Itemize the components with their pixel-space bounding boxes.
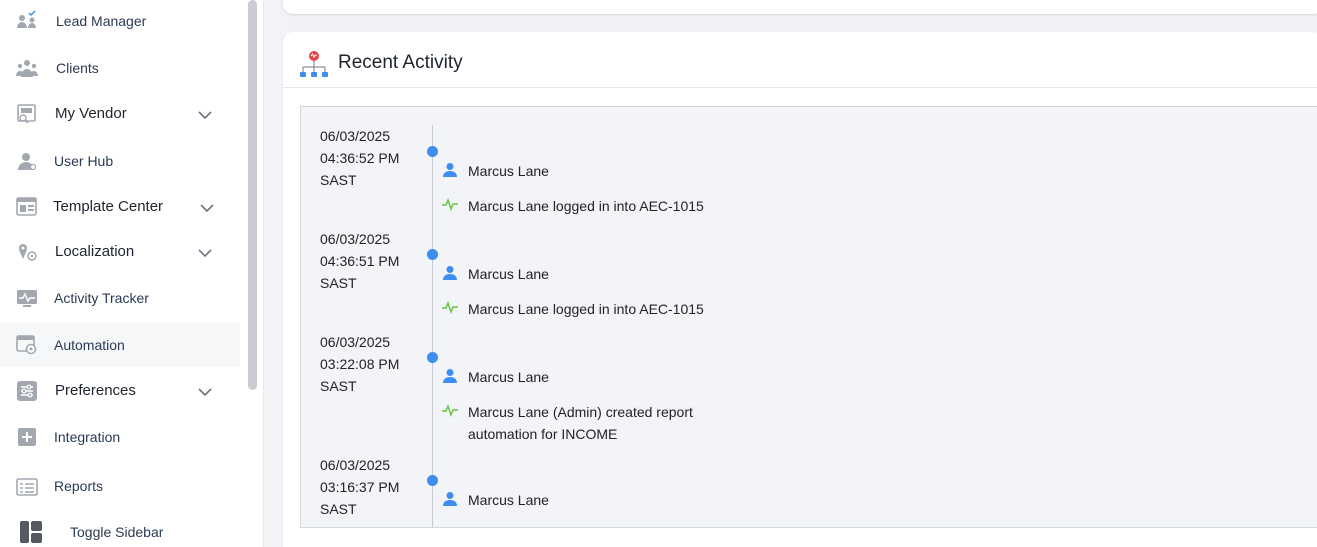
sidebar-item-activity-tracker[interactable]: Activity Tracker — [0, 276, 240, 320]
entry-activity: Marcus Lane logged in into AEC-1015 — [468, 301, 704, 317]
sidebar-item-preferences[interactable]: Preferences — [0, 369, 240, 413]
sidebar-item-label: Clients — [56, 60, 99, 76]
chevron-down-icon[interactable] — [196, 106, 214, 124]
timeline-dot — [427, 146, 438, 157]
sidebar-item-label: User Hub — [54, 153, 114, 169]
card-header: Recent Activity — [283, 32, 1317, 88]
preferences-icon — [16, 380, 38, 402]
sidebar-item-label: Localization — [55, 243, 135, 260]
sidebar: Lead Manager Clients My Vendor User Hub … — [0, 0, 264, 547]
sidebar-layout-icon — [20, 521, 42, 543]
timeline-dot — [427, 475, 438, 486]
entry-user: Marcus Lane — [468, 492, 549, 508]
sidebar-item-template-center[interactable]: Template Center — [0, 185, 240, 229]
sidebar-item-label: Integration — [54, 429, 121, 445]
sidebar-item-automation[interactable]: Automation — [0, 323, 240, 367]
entry-timestamp: 06/03/2025 03:22:08 PM SAST — [320, 334, 400, 394]
entry-user: Marcus Lane — [468, 266, 549, 282]
user-icon — [442, 265, 458, 281]
recent-activity-card: Recent Activity 06/03/2025 04:36:52 PM S… — [283, 32, 1317, 547]
integration-icon — [16, 426, 38, 448]
user-icon — [16, 150, 38, 172]
sidebar-item-label: Preferences — [55, 382, 136, 399]
template-icon — [16, 196, 38, 218]
clients-icon — [16, 57, 38, 79]
sidebar-item-reports[interactable]: Reports — [0, 463, 240, 507]
entry-timestamp: 06/03/2025 03:16:37 PM SAST — [320, 457, 400, 517]
timeline-line — [432, 125, 433, 527]
toggle-sidebar-label: Toggle Sidebar — [70, 524, 164, 540]
sidebar-item-label: Template Center — [53, 198, 164, 215]
sidebar-item-integration[interactable]: Integration — [0, 415, 240, 459]
pulse-icon — [442, 300, 458, 315]
sidebar-item-label: Lead Manager — [56, 13, 147, 29]
sidebar-item-label: Reports — [54, 478, 104, 494]
pulse-icon — [442, 197, 458, 212]
entry-timestamp: 06/03/2025 04:36:52 PM SAST — [320, 128, 400, 188]
sidebar-item-my-vendor[interactable]: My Vendor — [0, 92, 240, 136]
user-icon — [442, 162, 458, 178]
sidebar-item-label: My Vendor — [55, 105, 127, 122]
pulse-icon — [442, 403, 458, 418]
lead-manager-icon — [16, 10, 38, 32]
sidebar-scrollbar-thumb[interactable] — [248, 0, 257, 390]
entry-timestamp: 06/03/2025 04:36:51 PM SAST — [320, 231, 400, 291]
chevron-down-icon[interactable] — [196, 383, 214, 401]
sidebar-item-lead-manager[interactable]: Lead Manager — [0, 0, 240, 44]
sidebar-item-clients[interactable]: Clients — [0, 47, 240, 91]
sidebar-item-user-hub[interactable]: User Hub — [0, 139, 240, 183]
vendor-icon — [16, 103, 38, 125]
entry-activity: Marcus Lane logged in into AEC-1015 — [468, 198, 704, 214]
chevron-down-icon[interactable] — [196, 244, 214, 262]
sidebar-item-label: Activity Tracker — [54, 290, 149, 306]
activity-hierarchy-icon — [299, 50, 329, 80]
previous-card — [283, 0, 1317, 14]
sidebar-item-localization[interactable]: Localization — [0, 230, 240, 274]
localization-icon — [16, 241, 38, 263]
toggle-sidebar-button[interactable]: Toggle Sidebar — [0, 512, 246, 547]
activity-timeline[interactable]: 06/03/2025 04:36:52 PM SAST Marcus Lane … — [300, 106, 1317, 528]
timeline-dot — [427, 249, 438, 260]
entry-user: Marcus Lane — [468, 163, 549, 179]
entry-activity: Marcus Lane (Admin) created report autom… — [468, 404, 693, 442]
sidebar-item-label: Automation — [54, 337, 125, 353]
card-title: Recent Activity — [338, 52, 463, 73]
chevron-down-icon[interactable] — [198, 199, 216, 217]
user-icon — [442, 368, 458, 384]
timeline-dot — [427, 352, 438, 363]
activity-tracker-icon — [16, 287, 38, 309]
automation-icon — [16, 334, 38, 356]
user-icon — [442, 491, 458, 507]
reports-icon — [16, 476, 38, 498]
entry-user: Marcus Lane — [468, 369, 549, 385]
